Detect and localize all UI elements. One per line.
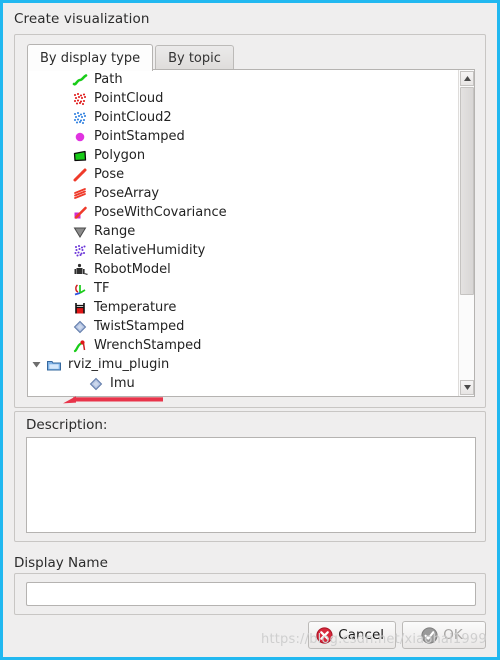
tab-by-display-type-label: By display type — [40, 50, 141, 66]
tree-item-posearray[interactable]: PoseArray — [28, 184, 458, 203]
display-type-tree[interactable]: Path PointCloud PointCloud2 PointStamped Pol… — [27, 69, 475, 397]
tf-icon-wrap — [70, 279, 90, 298]
watermark-text: https://blog.csdn.net/xiaohai1999 — [261, 632, 487, 647]
pose-icon-wrap — [70, 165, 90, 184]
tree-item-imu[interactable]: Imu — [28, 374, 458, 393]
tree-item-label: Imu — [110, 376, 135, 391]
tree-item-label: rviz_imu_plugin — [68, 357, 170, 372]
tree-item-label: Range — [94, 224, 136, 239]
description-text-area[interactable] — [26, 437, 476, 533]
tree-item-label: Polygon — [94, 148, 146, 163]
pointstamped-icon — [75, 132, 85, 141]
robotmodel-icon — [74, 263, 88, 275]
tree-item-temperature[interactable]: Temperature — [28, 298, 458, 317]
display-name-group — [14, 573, 486, 615]
description-label: Description: — [26, 417, 108, 433]
folder-icon — [47, 360, 61, 370]
tree-vertical-scrollbar[interactable] — [458, 70, 474, 396]
tree-item-pose[interactable]: Pose — [28, 165, 458, 184]
tree-item-polygon[interactable]: Polygon — [28, 146, 458, 165]
relativehumidity-icon — [74, 244, 86, 257]
tree-item-label: PointCloud2 — [94, 110, 172, 125]
display-name-input[interactable] — [26, 582, 476, 606]
tree-item-label: TwistStamped — [94, 319, 185, 334]
pointcloud2-icon-wrap — [70, 108, 90, 127]
tree-item-path[interactable]: Path — [28, 70, 458, 89]
tree-item-rviz-imu-plugin[interactable]: rviz_imu_plugin — [28, 355, 458, 374]
tab-by-display-type[interactable]: By display type — [27, 44, 154, 71]
page-title: Create visualization — [14, 11, 150, 27]
path-icon — [72, 73, 88, 86]
posewithcovariance-icon-wrap — [70, 203, 90, 222]
path-icon-wrap — [70, 70, 90, 89]
chevron-down-icon — [32, 362, 40, 368]
scroll-down-button[interactable] — [460, 380, 474, 395]
tree-item-label: WrenchStamped — [94, 338, 202, 353]
tree-item-label: PointStamped — [94, 129, 185, 144]
posearray-icon-wrap — [70, 184, 90, 203]
tree-item-label: Path — [94, 72, 123, 87]
range-icon — [73, 227, 87, 238]
scroll-up-button[interactable] — [460, 71, 474, 86]
tree-item-label: RelativeHumidity — [94, 243, 206, 258]
tree-item-range[interactable]: Range — [28, 222, 458, 241]
caret-down-icon — [463, 385, 471, 390]
display-type-group: By display type By topic Path PointCloud P… — [14, 34, 486, 408]
temperature-icon-wrap — [70, 298, 90, 317]
tree-item-robotmodel[interactable]: RobotModel — [28, 260, 458, 279]
relativehumidity-icon-wrap — [70, 241, 90, 260]
tree-item-wrenchstamped[interactable]: WrenchStamped — [28, 336, 458, 355]
wrenchstamped-icon-wrap — [70, 336, 90, 355]
pointcloud-icon — [73, 92, 87, 105]
create-visualization-dialog: Create visualization By display type By … — [3, 3, 497, 657]
tree-item-relativehumidity[interactable]: RelativeHumidity — [28, 241, 458, 260]
posearray-icon — [74, 187, 86, 199]
pointcloud-icon-wrap — [70, 89, 90, 108]
tree-scroll-area[interactable]: Path PointCloud PointCloud2 PointStamped Pol… — [28, 70, 458, 396]
tree-item-pointcloud2[interactable]: PointCloud2 — [28, 108, 458, 127]
twiststamped-icon — [73, 320, 87, 333]
tab-by-topic[interactable]: By topic — [155, 45, 234, 70]
polygon-icon — [73, 150, 87, 161]
tf-icon — [74, 283, 86, 295]
tab-bar: By display type By topic — [27, 44, 234, 71]
wrenchstamped-icon — [73, 339, 86, 352]
folder-icon-wrap — [44, 355, 64, 374]
tree-item-pointstamped[interactable]: PointStamped — [28, 127, 458, 146]
posewithcovariance-icon — [74, 206, 87, 219]
tree-item-label: Temperature — [94, 300, 177, 315]
tree-item-label: TF — [94, 281, 110, 296]
tree-expander-icon[interactable] — [28, 355, 44, 374]
robotmodel-icon-wrap — [70, 260, 90, 279]
tree-item-pointcloud[interactable]: PointCloud — [28, 89, 458, 108]
tab-by-topic-label: By topic — [168, 50, 221, 66]
display-name-label: Display Name — [14, 555, 108, 571]
tree-item-label: PoseWithCovariance — [94, 205, 227, 220]
tree-item-tf[interactable]: TF — [28, 279, 458, 298]
pose-icon — [73, 168, 87, 181]
polygon-icon-wrap — [70, 146, 90, 165]
description-group: Description: — [14, 411, 486, 542]
tree-item-label: RobotModel — [94, 262, 171, 277]
imu-icon — [89, 377, 103, 390]
imu-icon-wrap — [86, 374, 106, 393]
tree-item-twiststamped[interactable]: TwistStamped — [28, 317, 458, 336]
pointcloud2-icon — [73, 111, 87, 124]
tree-item-label: PoseArray — [94, 186, 160, 201]
temperature-icon — [75, 302, 85, 313]
range-icon-wrap — [70, 222, 90, 241]
scrollbar-thumb[interactable] — [460, 87, 474, 295]
pointstamped-icon-wrap — [70, 127, 90, 146]
tree-item-label: Pose — [94, 167, 125, 182]
caret-up-icon — [463, 76, 471, 81]
twiststamped-icon-wrap — [70, 317, 90, 336]
tree-item-posewithcovariance[interactable]: PoseWithCovariance — [28, 203, 458, 222]
tree-item-label: PointCloud — [94, 91, 164, 106]
